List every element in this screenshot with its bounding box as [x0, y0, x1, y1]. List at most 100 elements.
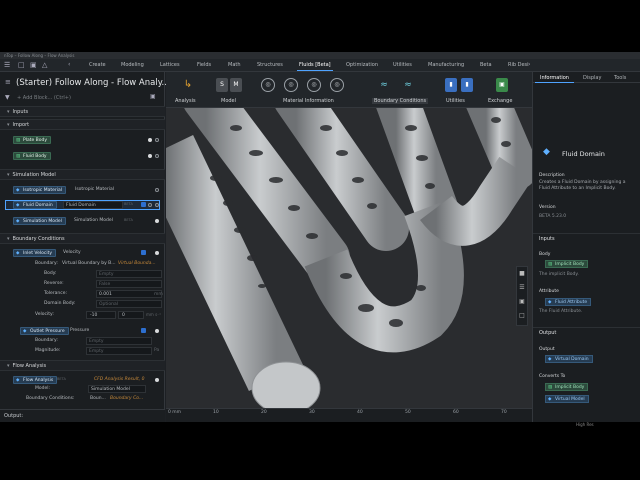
simulation-model-block[interactable]: ◆ Simulation Model — [13, 217, 66, 225]
boundary-icon-1[interactable]: ≈ — [378, 78, 390, 92]
section-import[interactable]: ▾ Import — [0, 119, 165, 130]
tab-beta[interactable]: Beta — [480, 62, 492, 68]
chevron-left-icon[interactable]: ‹ — [68, 61, 70, 69]
tab-display[interactable]: Display — [583, 75, 601, 81]
model-icon-1[interactable]: S — [216, 78, 228, 92]
boundary-conditions-value[interactable]: Boun... — [90, 396, 106, 401]
help-icon[interactable] — [141, 328, 146, 333]
visibility-dot[interactable] — [148, 203, 152, 207]
boundary-link[interactable]: Virtual Bounda... — [118, 261, 156, 266]
plate-body-block[interactable]: ▨ Plate Body — [13, 136, 52, 144]
material-icon-1[interactable]: ◎ — [261, 78, 275, 92]
3d-viewport[interactable] — [166, 108, 532, 408]
tab-information[interactable]: Information — [535, 75, 574, 83]
model-icon-2[interactable]: M — [230, 78, 242, 92]
attribute-icon: ◆ — [548, 300, 552, 305]
add-block-input[interactable]: + Add Block... (Ctrl+) — [17, 94, 160, 103]
output-dot[interactable] — [155, 188, 159, 192]
tree-collapse-icon[interactable]: ≡ — [5, 78, 11, 86]
chevron-right-icon[interactable]: › — [528, 61, 530, 69]
tab-rib-design[interactable]: Rib Desi — [508, 62, 529, 68]
exchange-icon[interactable]: ▣ — [496, 78, 508, 92]
flow-analysis-block[interactable]: ◆ Flow Analysis — [13, 376, 58, 384]
save-icon[interactable]: ▣ — [30, 61, 37, 69]
ruler-tick-label: 60 — [453, 410, 459, 415]
tab-structures[interactable]: Structures — [257, 62, 283, 68]
outlet-boundary-field[interactable]: Empty — [86, 337, 152, 345]
group-boundary-conditions[interactable]: Boundary Conditions — [372, 98, 429, 104]
domain-icon: ◆ — [16, 203, 20, 208]
model-field[interactable]: Simulation Model — [88, 385, 146, 393]
tolerance-field[interactable]: 0.001 mm — [96, 290, 163, 298]
velocity-y-field[interactable]: 0 — [118, 311, 144, 319]
group-exchange[interactable]: Exchange — [488, 98, 512, 104]
tab-math[interactable]: Math — [228, 62, 241, 68]
visibility-dot[interactable] — [148, 154, 152, 158]
fluid-domain-field[interactable]: Fluid Domain — [63, 201, 123, 209]
utilities-icon-2[interactable]: ▮ — [461, 78, 473, 92]
share-icon[interactable]: △ — [42, 61, 47, 69]
layers-icon[interactable]: ☰ — [517, 281, 527, 295]
tab-modeling[interactable]: Modeling — [121, 62, 144, 68]
tab-tools[interactable]: Tools — [614, 75, 626, 81]
section-boundary-conditions[interactable]: ▾ Boundary Conditions — [0, 233, 165, 244]
output-dot[interactable] — [155, 329, 159, 333]
domain-body-field[interactable]: Optional — [96, 300, 162, 308]
reverse-field[interactable]: False — [96, 280, 162, 288]
material-icon-4[interactable]: ◎ — [330, 78, 344, 92]
isotropic-material-block[interactable]: ◆ Isotropic Material — [13, 186, 66, 194]
material-icon-2[interactable]: ◎ — [284, 78, 298, 92]
info-panel: Information Display Tools ◆ Fluid Domain… — [532, 72, 640, 422]
fluid-body-block[interactable]: ▨ Fluid Body — [13, 152, 51, 160]
attribute-heading: Attribute — [539, 289, 559, 294]
image-icon[interactable]: ▣ — [150, 93, 156, 100]
tab-fields[interactable]: Fields — [197, 62, 211, 68]
group-analysis[interactable]: Analysis — [175, 98, 196, 104]
virtual-domain-chip: ◆ Virtual Domain — [545, 355, 593, 363]
visibility-dot[interactable] — [148, 138, 152, 142]
folder-icon[interactable]: □ — [18, 61, 25, 69]
output-dot[interactable] — [155, 378, 159, 382]
velocity-x-field[interactable]: -10 — [86, 311, 116, 319]
boundary-value[interactable]: Virtual Boundary by B... — [62, 261, 116, 266]
section-simulation-model[interactable]: ▾ Simulation Model — [0, 169, 165, 180]
output-dot[interactable] — [155, 154, 159, 158]
help-icon[interactable] — [141, 202, 146, 207]
output-dot[interactable] — [155, 203, 159, 207]
body-field[interactable]: Empty — [96, 270, 162, 278]
group-material-information[interactable]: Material Information — [283, 98, 334, 104]
help-icon[interactable] — [141, 250, 146, 255]
tab-utilities[interactable]: Utilities — [393, 62, 412, 68]
tab-fluids-beta[interactable]: Fluids [Beta] — [297, 62, 333, 71]
outlet-pressure-block[interactable]: ◆ Outlet Pressure — [20, 327, 69, 335]
display-icon[interactable]: ▣ — [517, 295, 527, 309]
section-flow-analysis[interactable]: ▾ Flow Analysis — [0, 360, 165, 371]
fit-icon[interactable]: □ — [517, 309, 527, 323]
fluid-domain-block[interactable]: ◆ Fluid Domain — [13, 201, 57, 209]
section-inputs[interactable]: ▾ Inputs — [0, 106, 165, 117]
velocity-icon: ◆ — [16, 251, 20, 256]
view-cube-icon[interactable]: ■ — [517, 267, 527, 281]
hamburger-icon[interactable]: ☰ — [4, 61, 10, 69]
fluid-attribute-chip: ◆ Fluid Attribute — [545, 298, 592, 306]
group-model[interactable]: Model — [221, 98, 236, 104]
boundary-icon-2[interactable]: ≈ — [402, 78, 414, 92]
analysis-icon[interactable]: ↳ — [182, 78, 194, 92]
tab-create[interactable]: Create — [89, 62, 106, 68]
output-dot[interactable] — [155, 219, 159, 223]
output-dot[interactable] — [155, 251, 159, 255]
tab-lattices[interactable]: Lattices — [160, 62, 180, 68]
tab-optimization[interactable]: Optimization — [346, 62, 378, 68]
boundary-conditions-link[interactable]: Boundary Co... — [110, 396, 143, 401]
tab-manufacturing[interactable]: Manufacturing — [428, 62, 464, 68]
group-utilities[interactable]: Utilities — [446, 98, 465, 104]
magnitude-field[interactable]: Empty — [86, 347, 152, 355]
output-dot[interactable] — [155, 138, 159, 142]
scale-ruler: 0 mm 10 20 30 40 50 60 70 — [166, 408, 532, 422]
material-icon: ◆ — [16, 188, 20, 193]
material-icon-3[interactable]: ◎ — [307, 78, 321, 92]
inlet-velocity-block[interactable]: ◆ Inlet Velocity — [13, 249, 57, 257]
flow-icon: ◆ — [16, 378, 20, 383]
filter-icon[interactable]: ▼ — [5, 94, 10, 101]
utilities-icon-1[interactable]: ▮ — [445, 78, 457, 92]
